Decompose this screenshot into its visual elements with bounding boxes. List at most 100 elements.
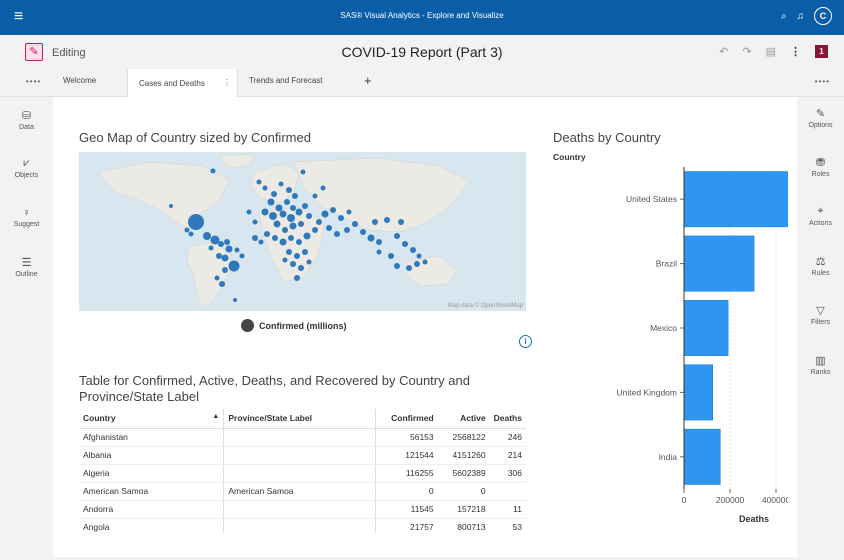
table-cell: 0 — [375, 482, 438, 501]
bar-chart-category-label: Country — [553, 152, 586, 162]
save-icon[interactable]: ▤ — [766, 45, 776, 58]
column-header-confirmed[interactable]: Confirmed — [375, 409, 438, 429]
panel-item-data[interactable]: ⛁ Data — [0, 109, 53, 131]
tab-trends-and-forecast[interactable]: Trends and Forecast — [249, 76, 323, 85]
bar[interactable] — [683, 364, 713, 421]
panel-item-objects[interactable]: ⩗ Objects — [0, 157, 53, 179]
table-cell — [223, 464, 377, 483]
table-cell — [223, 518, 377, 533]
panel-item-rules[interactable]: ⚖ Rules — [797, 255, 844, 277]
deaths-bar-chart[interactable]: United States Brazil Mexico United Kingdom I… — [548, 162, 788, 537]
table-cell: 157218 — [437, 500, 490, 519]
report-title: COVID-19 Report (Part 3) — [341, 44, 503, 60]
panel-item-options[interactable]: ✎ Options — [797, 107, 844, 129]
table-cell: Algeria — [79, 464, 225, 483]
report-tabs: •••• Welcome Cases and Deaths ⋮ Trends a… — [0, 69, 844, 97]
lightbulb-icon: ♀ — [22, 207, 31, 219]
tab-menu-icon[interactable]: ⋮ — [223, 78, 231, 87]
panel-item-label: Objects — [14, 172, 39, 179]
table-cell: Andorra — [79, 500, 225, 519]
panel-item-filters[interactable]: ▽ Filters — [797, 304, 844, 326]
bar[interactable] — [683, 300, 729, 356]
bar-chart-title: Deaths by Country — [553, 130, 661, 145]
page-number-badge[interactable]: 1 — [815, 45, 828, 58]
map-legend-label: Confirmed (millions) — [259, 320, 347, 331]
info-icon[interactable]: i — [519, 335, 532, 348]
panel-item-roles[interactable]: ⛃ Roles — [797, 156, 844, 178]
roles-icon: ⛃ — [815, 157, 826, 169]
tab-welcome[interactable]: Welcome — [63, 76, 96, 85]
left-panel: ⛁ Data ⩗ Objects ♀ Suggest ☰ Outline — [0, 97, 53, 560]
bar[interactable] — [683, 171, 788, 228]
redo-icon[interactable]: ↷ — [742, 45, 751, 58]
data-table[interactable]: Country ▲ Province/State Label Confirmed… — [79, 409, 526, 533]
panel-item-label: Rules — [811, 270, 830, 277]
x-tick-label: 200000 — [716, 495, 745, 505]
x-tick-label: 400000 — [762, 495, 788, 505]
rules-icon: ⚖ — [815, 256, 826, 268]
undo-icon[interactable]: ↶ — [719, 45, 728, 58]
map-legend: Confirmed (millions) — [241, 319, 347, 332]
panel-item-suggest[interactable]: ♀ Suggest — [0, 207, 53, 228]
category-label: Mexico — [650, 323, 677, 333]
column-header-province[interactable]: Province/State Label — [223, 409, 377, 429]
bar[interactable] — [683, 428, 721, 485]
geo-map[interactable]: Map data © OpenStreetMap — [79, 152, 526, 311]
table-row[interactable]: Afghanistan 56153 2568122 246 — [79, 428, 526, 447]
add-tab-icon[interactable]: + — [364, 73, 372, 88]
table-cell: 214 — [489, 446, 526, 465]
category-label: United States — [626, 194, 677, 204]
panel-item-label: Outline — [15, 271, 38, 278]
table-row[interactable]: American Samoa American Samoa 0 0 — [79, 482, 526, 501]
panel-item-ranks[interactable]: ▥ Ranks — [797, 354, 844, 376]
geo-map-canvas: Map data © OpenStreetMap — [98, 153, 524, 309]
table-row[interactable]: Algeria 116255 5602389 306 — [79, 464, 526, 483]
right-pane-toggle-icon[interactable]: •••• — [815, 77, 830, 86]
table-cell: 0 — [437, 482, 490, 501]
paint-palette-icon: ✎ — [815, 108, 826, 120]
table-cell: 116255 — [375, 464, 438, 483]
panel-item-actions[interactable]: ⌖ Actions — [797, 205, 844, 227]
table-title: Table for Confirmed, Active, Deaths, and… — [79, 373, 470, 404]
panel-item-label: Suggest — [13, 221, 40, 228]
table-header-row: Country ▲ Province/State Label Confirmed… — [79, 409, 526, 429]
table-row[interactable]: Albania 121544 4151260 214 — [79, 446, 526, 465]
more-options-icon[interactable]: ⋮ — [790, 45, 801, 58]
table-cell: 5602389 — [437, 464, 490, 483]
left-pane-toggle-icon[interactable]: •••• — [26, 77, 41, 86]
report-header: ✎ Editing COVID-19 Report (Part 3) ↶ ↷ ▤… — [0, 35, 844, 69]
table-row[interactable]: Andorra 11545 157218 11 — [79, 500, 526, 519]
tab-cases-and-deaths[interactable]: Cases and Deaths ⋮ — [127, 69, 238, 97]
bar[interactable] — [683, 235, 755, 292]
table-cell: 56153 — [375, 428, 438, 447]
report-page: Geo Map of Country sized by Confirmed Ma… — [53, 97, 797, 557]
table-cell: 21757 — [375, 518, 438, 533]
category-label: Brazil — [656, 259, 677, 269]
column-header-deaths[interactable]: Deaths — [489, 409, 526, 429]
table-row[interactable]: Angola 21757 800713 53 — [79, 518, 526, 533]
panel-item-outline[interactable]: ☰ Outline — [0, 256, 53, 278]
category-label: United Kingdom — [617, 387, 677, 397]
table-cell: 800713 — [437, 518, 490, 533]
table-cell: American Samoa — [79, 482, 225, 501]
column-header-country[interactable]: Country ▲ — [79, 409, 225, 429]
cursor-icon: ⌖ — [817, 205, 824, 217]
tab-label: Cases and Deaths — [139, 79, 205, 88]
table-cell — [223, 428, 377, 447]
column-header-active[interactable]: Active — [437, 409, 490, 429]
table-cell: 2568122 — [437, 428, 490, 447]
person-icon — [241, 319, 254, 332]
sort-ascending-icon[interactable]: ▲ — [212, 413, 219, 420]
search-icon[interactable]: ⌕ — [781, 11, 787, 22]
table-cell: American Samoa — [223, 482, 377, 501]
user-avatar[interactable]: C — [814, 7, 832, 25]
table-cell: 306 — [489, 464, 526, 483]
x-axis-label: Deaths — [739, 514, 769, 524]
table-cell: Albania — [79, 446, 225, 465]
panel-item-label: Ranks — [810, 369, 831, 376]
app-title: SAS® Visual Analytics - Explore and Visu… — [340, 11, 504, 20]
chart-icon: ⩗ — [23, 157, 30, 169]
table-cell: 53 — [489, 518, 526, 533]
table-cell: 4151260 — [437, 446, 490, 465]
notification-icon[interactable]: ♫ — [797, 11, 805, 22]
